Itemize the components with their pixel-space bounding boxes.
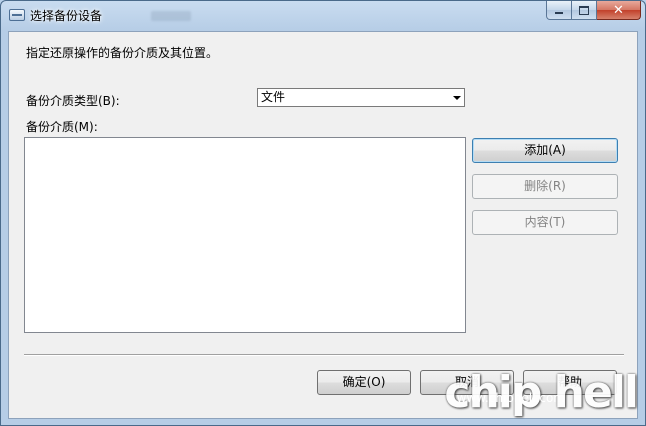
close-icon: ✕ bbox=[613, 2, 624, 18]
window-title: 选择备份设备 bbox=[30, 9, 103, 23]
media-type-select[interactable]: 文件 bbox=[257, 88, 465, 107]
caption-buttons: ✕ bbox=[546, 1, 641, 21]
maximize-icon bbox=[579, 5, 589, 15]
media-listbox[interactable] bbox=[24, 137, 466, 333]
add-button[interactable]: 添加(A) bbox=[472, 138, 618, 163]
contents-button[interactable]: 内容(T) bbox=[472, 210, 618, 235]
close-button[interactable]: ✕ bbox=[597, 1, 641, 20]
maximize-button[interactable] bbox=[572, 1, 597, 20]
minimize-icon bbox=[555, 12, 563, 14]
media-type-label: 备份介质类型(B): bbox=[26, 94, 120, 108]
separator bbox=[24, 354, 624, 356]
dialog-client-area: 指定还原操作的备份介质及其位置。 备份介质类型(B): 文件 备份介质(M): … bbox=[8, 31, 638, 419]
minimize-button[interactable] bbox=[546, 1, 572, 20]
delete-button[interactable]: 删除(R) bbox=[472, 174, 618, 199]
chevron-down-icon[interactable] bbox=[453, 96, 461, 100]
media-list-label: 备份介质(M): bbox=[26, 120, 98, 134]
watermark-url: www.chiphell.com bbox=[456, 391, 565, 405]
dialog-icon bbox=[9, 9, 25, 21]
media-type-value: 文件 bbox=[261, 90, 286, 104]
title-ghost-text bbox=[151, 11, 191, 21]
dialog-window: 选择备份设备 ✕ 指定还原操作的备份介质及其位置。 备份介质类型(B): 文件 … bbox=[0, 0, 646, 426]
ok-button[interactable]: 确定(O) bbox=[317, 370, 411, 395]
title-bar[interactable]: 选择备份设备 ✕ bbox=[1, 1, 645, 31]
dialog-description: 指定还原操作的备份介质及其位置。 bbox=[26, 46, 219, 60]
